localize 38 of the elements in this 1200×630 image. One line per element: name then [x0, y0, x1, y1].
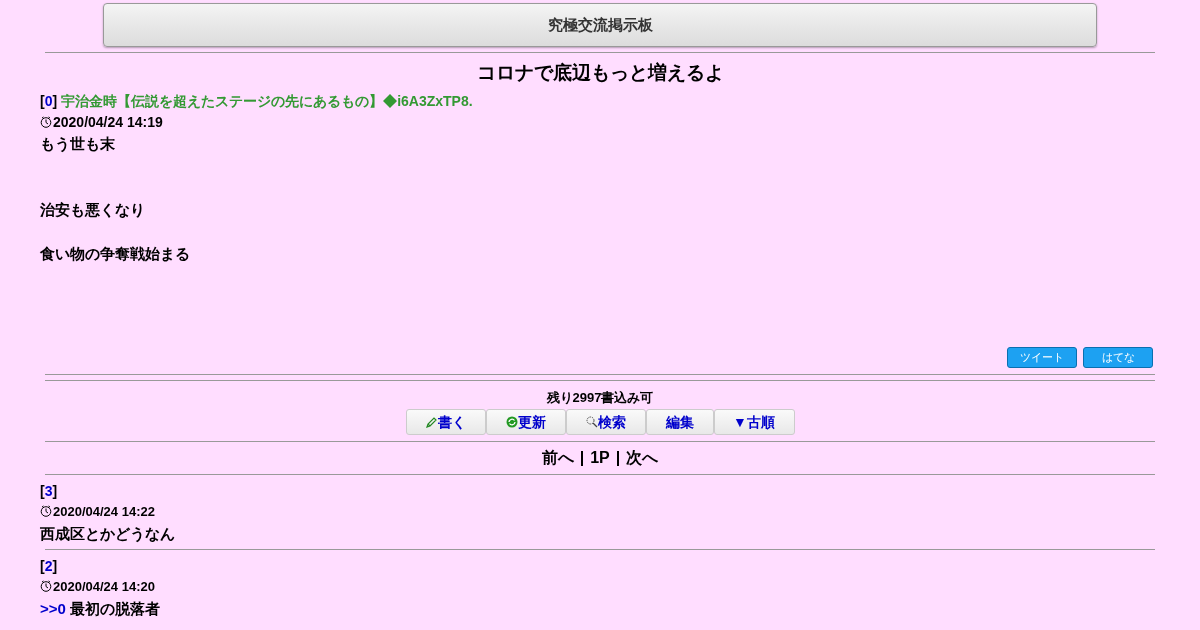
- message-text: 最初の脱落者: [69, 600, 160, 617]
- clock-icon: [40, 116, 52, 128]
- bracket-text: [: [40, 558, 45, 574]
- toolbar-button[interactable]: ▼古順: [713, 409, 795, 435]
- post-number-link[interactable]: 3: [44, 483, 53, 499]
- bracket-text: [: [40, 483, 45, 499]
- page-number: 1P: [590, 448, 610, 468]
- search-icon: [585, 416, 598, 428]
- post-number-link[interactable]: 2: [44, 558, 53, 574]
- next-link[interactable]: 次へ: [626, 446, 659, 470]
- clock-icon: [40, 505, 52, 517]
- post-number-link[interactable]: 0: [44, 93, 53, 109]
- thread-title: コロナで底辺もっと増えるよ: [475, 61, 725, 85]
- bracket-text: ]: [52, 558, 58, 574]
- prev-link[interactable]: 前へ: [541, 446, 574, 470]
- board-title: 究極交流掲示板: [547, 14, 653, 35]
- separator-text: |: [579, 448, 585, 468]
- author-name: 宇治金時【伝説を超えたステージの先にあるもの】◆i6A3ZxTP8.: [61, 93, 473, 109]
- pencil-icon: [425, 415, 438, 429]
- post-date: 2020/04/24 14:22: [53, 504, 155, 519]
- toolbar-button[interactable]: 書く: [405, 409, 486, 435]
- message-line: もう世も末: [40, 134, 116, 154]
- post-date: 2020/04/24 14:20: [53, 579, 155, 594]
- toolbar-button[interactable]: 編集: [645, 409, 714, 435]
- separator-text: |: [615, 448, 621, 468]
- bracket-text: ]: [52, 93, 58, 109]
- clock-icon: [40, 580, 52, 592]
- bracket-text: [: [40, 93, 45, 109]
- message-line: 治安も悪くなり: [40, 200, 146, 220]
- refresh-icon: [505, 416, 518, 428]
- message-line: 食い物の争奪戦始まる: [40, 244, 191, 264]
- bracket-text: ]: [52, 483, 58, 499]
- post-date: 2020/04/24 14:19: [53, 114, 163, 130]
- toolbar-button[interactable]: 更新: [485, 409, 566, 435]
- remaining-count: 残り2997書込み可: [545, 389, 655, 407]
- reply-link[interactable]: >>0: [40, 600, 66, 617]
- message-text: 西成区とかどうなん: [40, 524, 176, 544]
- toolbar-button[interactable]: 検索: [565, 409, 646, 435]
